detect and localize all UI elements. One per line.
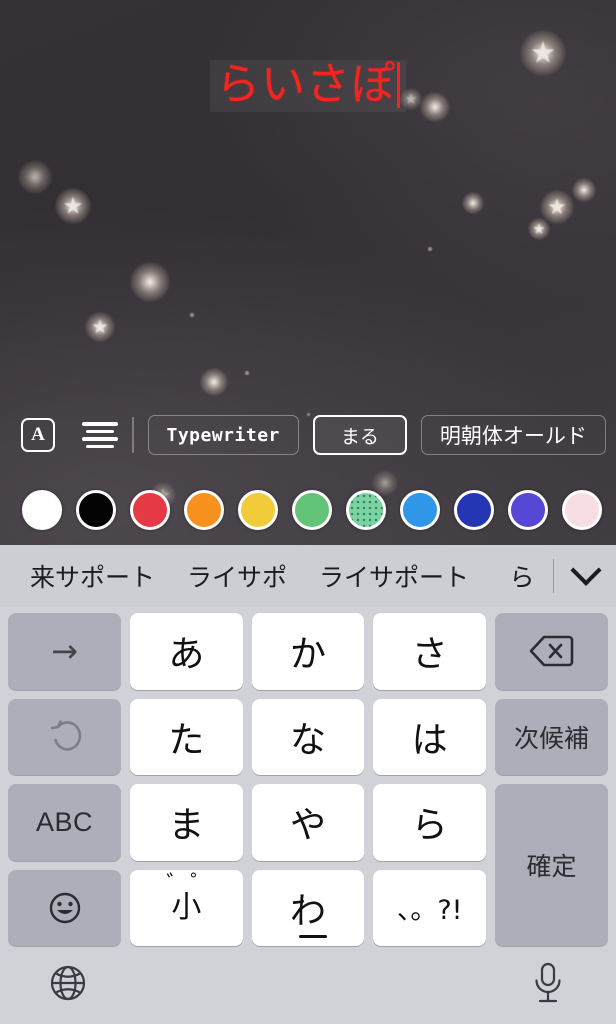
font-chip-label: Typewriter (166, 424, 280, 446)
boxed-a-label: A (31, 424, 45, 445)
key-label: ら (411, 805, 448, 847)
star-dot (245, 371, 249, 375)
text-align-button[interactable] (80, 415, 120, 455)
key-label: や (289, 805, 326, 847)
star-sparkle (540, 190, 574, 224)
key-label: 確定 (526, 852, 577, 881)
boxed-a-icon: A (21, 418, 55, 452)
text-toolbar: A Typewriter まる 明朝体オールド (0, 405, 616, 465)
text-caret (397, 62, 400, 109)
font-chip-typewriter[interactable]: Typewriter (147, 415, 299, 455)
key-ta[interactable]: た (130, 698, 243, 775)
color-swatch-pink[interactable] (562, 490, 602, 530)
star-glow (18, 160, 52, 194)
color-swatch-green-dotted[interactable] (346, 490, 386, 530)
confirm-key[interactable]: 確定 (494, 784, 608, 946)
color-swatch-yellow[interactable] (238, 490, 278, 530)
color-swatch-white[interactable] (22, 490, 62, 530)
key-na[interactable]: な (251, 698, 365, 775)
key-label: た (168, 719, 205, 761)
dakuten-marks: ゛゜ (166, 871, 215, 897)
key-label: わ (290, 882, 327, 938)
small-dakuten-key[interactable]: ゛゜ 小 (130, 869, 243, 946)
suggestion-divider (552, 559, 554, 593)
font-chip-label: まる (340, 425, 379, 448)
punctuation-key[interactable]: 、。?! (373, 869, 486, 946)
chevron-down-icon (570, 554, 602, 586)
switch-keyboard-button[interactable] (44, 959, 92, 1007)
key-grid: → あ か さ た な は 次候補 ABC ま や ら 確定 ゛゜ 小 わ 、。… (0, 607, 616, 950)
app-root: らいさぽ A Typewriter まる 明朝体オールド 来サポート ライサポ … (0, 0, 616, 1024)
font-chip-mincho-old[interactable]: 明朝体オールド (420, 415, 606, 455)
star-sparkle (520, 30, 566, 76)
color-swatch-orange[interactable] (184, 490, 224, 530)
key-label: な (289, 719, 326, 761)
toolbar-divider (132, 417, 134, 453)
undo-icon (50, 719, 81, 751)
globe-icon (50, 965, 86, 1001)
key-label: か (289, 634, 326, 676)
key-ma[interactable]: ま (130, 784, 243, 861)
emoji-smiley-icon (49, 892, 80, 923)
font-chip-maru[interactable]: まる (312, 415, 407, 455)
star-sparkle (85, 312, 115, 342)
suggestion-item-3[interactable]: ら (493, 558, 550, 594)
suggestion-item-2[interactable]: ライサポート (303, 558, 485, 594)
key-wa[interactable]: わ (251, 869, 365, 946)
color-swatch-black[interactable] (76, 490, 116, 530)
suggestion-item-0[interactable]: 来サポート (14, 558, 171, 594)
arrow-right-icon: → (51, 632, 78, 671)
star-glow (462, 192, 484, 214)
text-object-value: らいさぽ (216, 59, 396, 110)
emoji-key[interactable] (8, 869, 121, 946)
dictation-button[interactable] (524, 959, 572, 1007)
color-swatch-blue[interactable] (400, 490, 440, 530)
suggestion-bar: 来サポート ライサポ ライサポート ら (0, 545, 616, 607)
key-label: 次候補 (513, 723, 589, 753)
color-swatch-green[interactable] (292, 490, 332, 530)
keyboard-bottom-bar (0, 950, 616, 1024)
japanese-keyboard: 来サポート ライサポ ライサポート ら → あ か さ た な は 次候補 AB… (0, 545, 616, 1024)
star-sparkle (528, 218, 550, 240)
color-swatch-navy[interactable] (454, 490, 494, 530)
key-sa[interactable]: さ (373, 613, 486, 690)
key-label: 、。?! (396, 895, 463, 927)
expand-suggestions-button[interactable] (556, 545, 616, 607)
cursor-right-key[interactable]: → (8, 613, 121, 690)
star-glow (130, 262, 170, 302)
key-label-group: ゛゜ 小 (166, 873, 212, 923)
text-align-center-icon (82, 422, 118, 448)
text-object[interactable]: らいさぽ (210, 59, 406, 113)
key-ra[interactable]: ら (373, 784, 486, 861)
star-dot (428, 247, 432, 251)
abc-mode-key[interactable]: ABC (8, 784, 121, 861)
key-ya[interactable]: や (251, 784, 365, 861)
color-swatch-red[interactable] (130, 490, 170, 530)
key-label: さ (411, 634, 448, 676)
key-label: ま (168, 805, 205, 847)
font-chip-label: 明朝体オールド (439, 424, 587, 448)
key-label: ABC (35, 806, 94, 837)
color-swatch-list[interactable] (0, 482, 616, 538)
key-a[interactable]: あ (130, 613, 243, 690)
font-chip-list[interactable]: Typewriter まる 明朝体オールド (147, 415, 616, 455)
star-glow (572, 178, 596, 202)
star-dot (190, 313, 194, 317)
key-ka[interactable]: か (251, 613, 365, 690)
key-label: は (411, 719, 448, 761)
key-ha[interactable]: は (373, 698, 486, 775)
undo-key[interactable] (8, 698, 121, 775)
next-candidate-key[interactable]: 次候補 (494, 698, 608, 775)
color-swatch-violet[interactable] (508, 490, 548, 530)
key-label: あ (168, 634, 205, 676)
star-glow (200, 368, 228, 396)
text-style-button[interactable]: A (18, 415, 58, 455)
star-glow (420, 92, 450, 122)
suggestion-item-1[interactable]: ライサポ (171, 558, 303, 594)
backspace-icon (530, 635, 574, 667)
star-sparkle (55, 188, 91, 224)
microphone-icon (535, 962, 561, 1003)
delete-key[interactable] (494, 613, 608, 690)
